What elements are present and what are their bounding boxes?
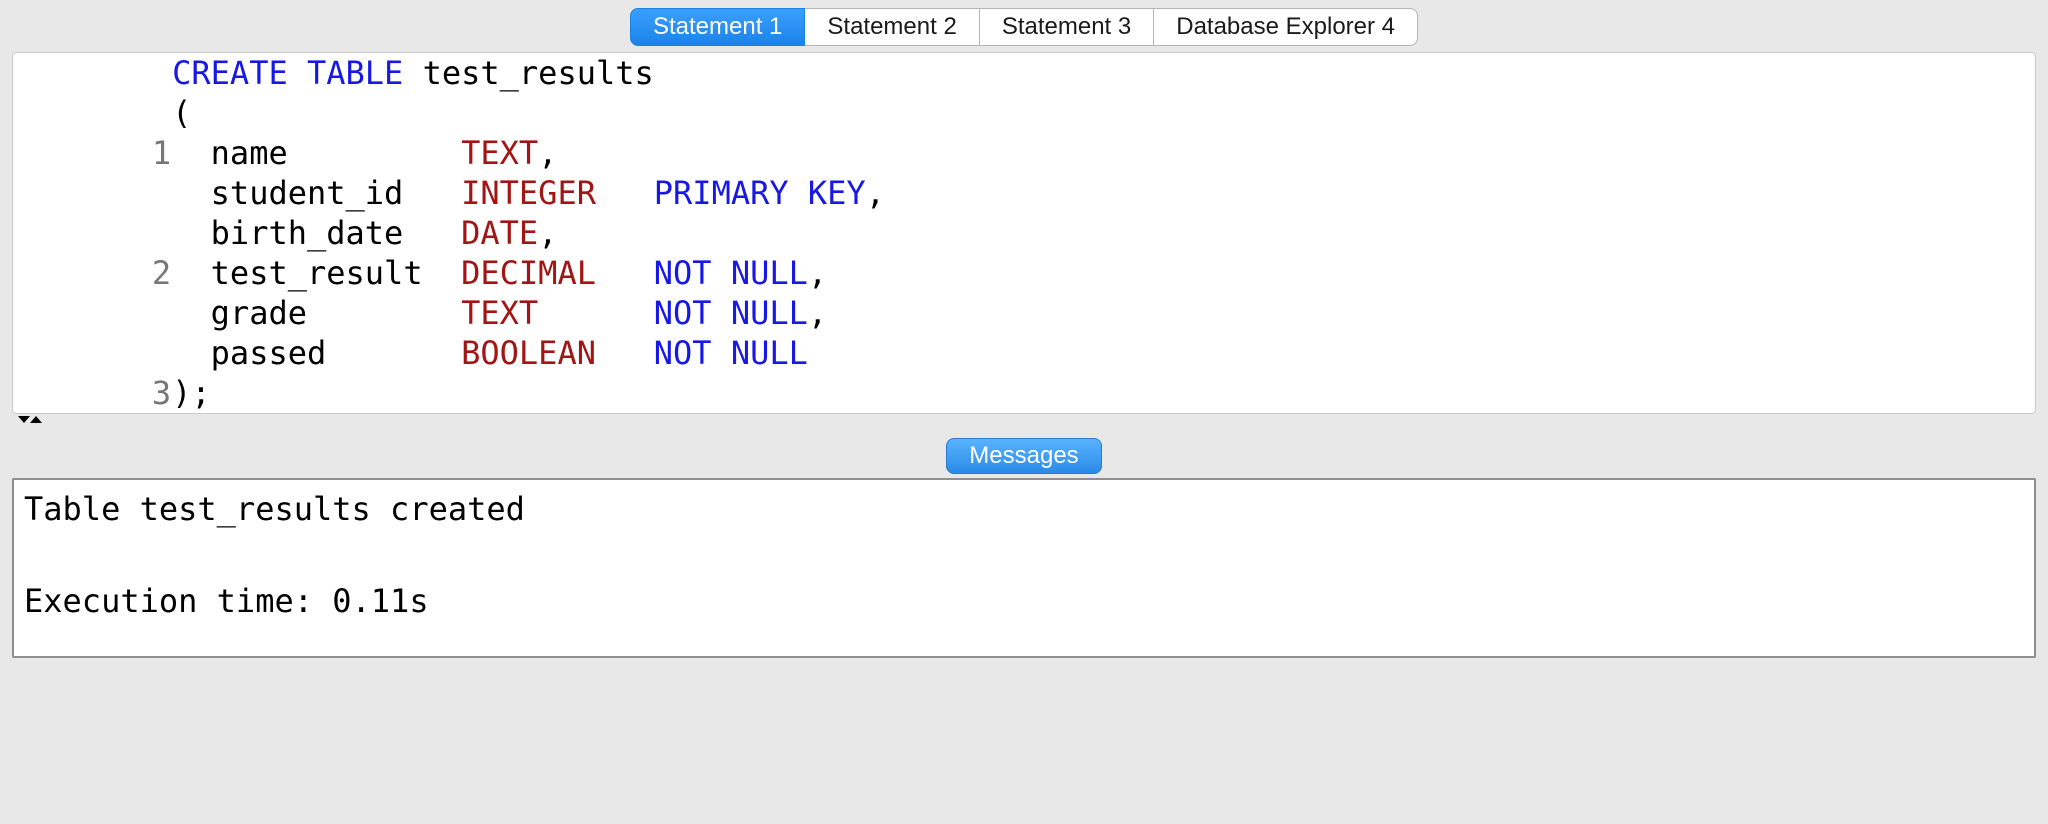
code-line[interactable]: ); xyxy=(172,373,885,413)
token-kw-type: TEXT xyxy=(461,294,538,332)
token-plain: , xyxy=(866,174,885,212)
token-plain: , xyxy=(538,214,557,252)
code-line[interactable]: birth_date DATE, xyxy=(172,213,885,253)
token-plain: student_id xyxy=(172,174,461,212)
tab-messages[interactable]: Messages xyxy=(946,438,1101,474)
tab-statement-1[interactable]: Statement 1 xyxy=(630,8,805,46)
token-plain: passed xyxy=(172,334,461,372)
code-line[interactable]: test_result DECIMAL NOT NULL, xyxy=(172,253,885,293)
results-section: Messages Table test_results created Exec… xyxy=(0,438,2048,670)
splitter-handle[interactable] xyxy=(18,416,2036,430)
message-line: Table test_results created xyxy=(24,490,525,528)
token-plain xyxy=(538,294,654,332)
line-number: 1 xyxy=(17,133,171,173)
token-plain: birth_date xyxy=(172,214,461,252)
token-plain: ); xyxy=(172,374,211,412)
sql-editor[interactable]: 1 2 3 4 5 6 7 8 9 CREATE TABLE test_resu… xyxy=(12,52,2036,414)
code-line[interactable]: ( xyxy=(172,93,885,133)
message-line: Execution time: 0.11s xyxy=(24,582,429,620)
code-line[interactable]: student_id INTEGER PRIMARY KEY, xyxy=(172,173,885,213)
token-kw-blue: TABLE xyxy=(307,54,403,92)
token-kw-blue: NOT xyxy=(654,254,712,292)
messages-panel[interactable]: Table test_results created Execution tim… xyxy=(12,478,2036,658)
token-plain xyxy=(712,254,731,292)
token-plain: test_results xyxy=(403,54,653,92)
code-line[interactable]: passed BOOLEAN NOT NULL xyxy=(172,333,885,373)
token-kw-blue: NULL xyxy=(731,254,808,292)
token-plain: , xyxy=(808,294,827,332)
token-plain xyxy=(712,334,731,372)
token-kw-blue: CREATE xyxy=(172,54,288,92)
token-plain: test_result xyxy=(172,254,461,292)
token-kw-type: DECIMAL xyxy=(461,254,596,292)
token-plain xyxy=(789,174,808,212)
tab-database-explorer-4[interactable]: Database Explorer 4 xyxy=(1154,8,1418,46)
token-kw-blue: PRIMARY xyxy=(654,174,789,212)
token-kw-blue: NOT xyxy=(654,334,712,372)
token-plain xyxy=(712,294,731,332)
token-plain: , xyxy=(808,254,827,292)
token-kw-type: BOOLEAN xyxy=(461,334,596,372)
token-plain: ( xyxy=(172,94,191,132)
results-tabbar: Messages xyxy=(12,438,2036,474)
code-line[interactable]: CREATE TABLE test_results xyxy=(172,53,885,93)
token-kw-blue: KEY xyxy=(808,174,866,212)
token-plain xyxy=(596,254,654,292)
line-number: 3 xyxy=(17,373,171,413)
line-number-gutter: 1 2 3 4 5 6 7 8 9 xyxy=(13,53,172,414)
token-kw-blue: NULL xyxy=(731,334,808,372)
statement-tabbar: Statement 1 Statement 2 Statement 3 Data… xyxy=(12,8,2036,46)
code-line[interactable]: name TEXT, xyxy=(172,133,885,173)
tab-statement-3[interactable]: Statement 3 xyxy=(980,8,1154,46)
token-kw-type: INTEGER xyxy=(461,174,596,212)
token-kw-blue: NULL xyxy=(731,294,808,332)
token-plain: grade xyxy=(172,294,461,332)
token-kw-type: TEXT xyxy=(461,134,538,172)
line-number: 2 xyxy=(17,253,171,293)
token-plain: , xyxy=(538,134,557,172)
tab-statement-2[interactable]: Statement 2 xyxy=(805,8,979,46)
token-plain xyxy=(596,334,654,372)
token-kw-type: DATE xyxy=(461,214,538,252)
code-area[interactable]: CREATE TABLE test_results( name TEXT, st… xyxy=(172,53,885,414)
splitter-icon xyxy=(18,416,42,430)
code-line[interactable]: grade TEXT NOT NULL, xyxy=(172,293,885,333)
token-plain: name xyxy=(172,134,461,172)
token-plain xyxy=(596,174,654,212)
token-kw-blue: NOT xyxy=(654,294,712,332)
token-plain xyxy=(288,54,307,92)
